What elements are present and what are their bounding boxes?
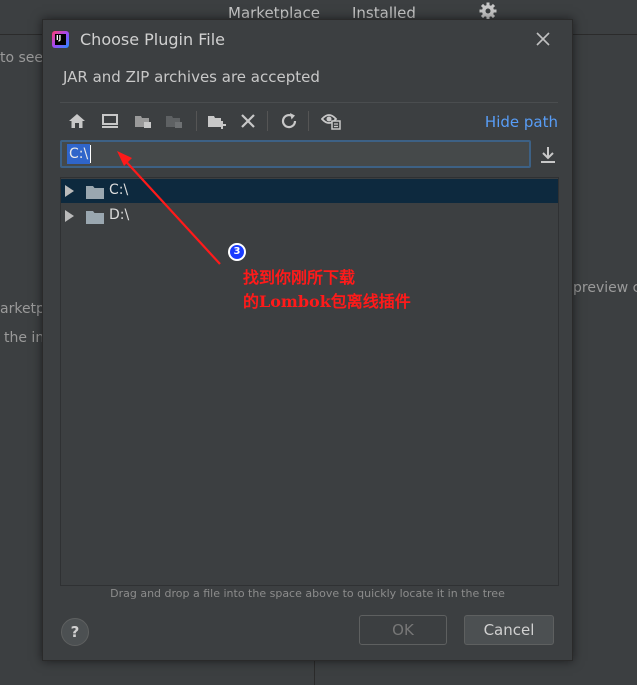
cancel-button[interactable]: Cancel [464,615,554,645]
project-icon[interactable] [132,110,154,132]
toolbar-separator [196,111,197,131]
desktop-icon[interactable] [99,110,121,132]
background-snippet: preview c [573,280,637,296]
delete-icon[interactable] [237,110,259,132]
hide-path-link[interactable]: Hide path [485,113,558,131]
ok-button[interactable]: OK [359,615,447,645]
folder-icon [86,209,104,224]
background-snippet: to see [0,50,44,66]
annotation-step-badge: 3 [228,243,246,261]
toolbar-separator [267,111,268,131]
dialog-subtitle: JAR and ZIP archives are accepted [63,68,320,86]
toolbar-separator [308,111,309,131]
module-icon[interactable] [163,110,185,132]
annotation-text: 的Lombok包离线插件 [243,292,411,311]
background-snippet: the in [4,330,45,346]
new-folder-icon[interactable] [206,110,228,132]
drag-drop-hint: Drag and drop a file into the space abov… [110,587,505,600]
annotation-text: 找到你刚所下载 [243,268,356,287]
dialog-title: Choose Plugin File [80,30,225,49]
file-tree[interactable]: C:\ D:\ [60,177,559,586]
path-input[interactable] [60,140,531,168]
choose-plugin-file-dialog: IJ Choose Plugin File JAR and ZIP archiv… [42,19,573,661]
tree-item-label: D:\ [109,207,130,223]
download-icon[interactable] [537,144,559,166]
dialog-title-bar[interactable]: IJ Choose Plugin File [43,20,572,60]
gear-icon[interactable] [478,1,498,21]
file-chooser-toolbar: Hide path [60,102,558,137]
folder-icon [86,184,104,199]
help-button[interactable]: ? [61,618,89,646]
show-hidden-icon[interactable] [320,110,342,132]
expand-arrow-icon[interactable] [65,210,74,222]
expand-arrow-icon[interactable] [65,185,74,197]
close-icon[interactable] [533,29,553,49]
refresh-icon[interactable] [278,110,300,132]
text-caret [90,145,91,163]
intellij-logo-icon: IJ [52,31,69,48]
tree-row-d-drive[interactable]: D:\ [61,204,558,228]
tree-item-label: C:\ [109,182,129,198]
home-icon[interactable] [66,110,88,132]
tree-row-c-drive[interactable]: C:\ [61,179,558,203]
path-selected-text: C:\ [67,144,91,164]
